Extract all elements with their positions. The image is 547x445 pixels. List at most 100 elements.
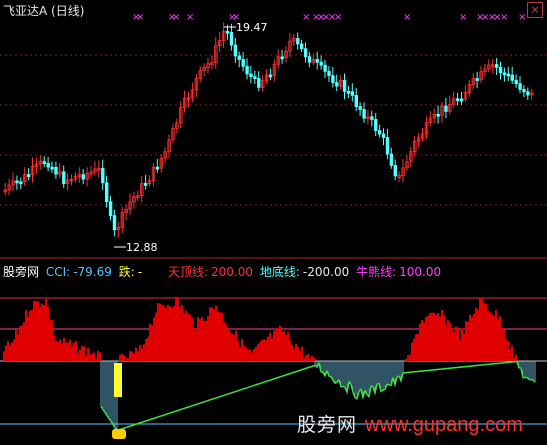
cci-bar <box>97 350 99 361</box>
cci-bar <box>135 347 137 361</box>
cci-bar <box>31 309 33 361</box>
cci-bar <box>199 318 201 361</box>
cci-bar <box>141 348 143 361</box>
candle-body <box>475 78 479 81</box>
signal-cross: × <box>172 12 180 23</box>
candle-body <box>46 162 50 168</box>
cci-bar <box>447 320 449 361</box>
cci-bar <box>87 347 89 361</box>
cci-bar <box>67 342 69 361</box>
bottom-signal-icon <box>112 429 126 439</box>
cci-bar <box>223 322 225 361</box>
candle-body <box>389 153 394 166</box>
cci-bar <box>411 342 413 361</box>
candle-body <box>323 64 327 72</box>
candle-body <box>26 174 31 177</box>
cci-bar <box>509 349 511 361</box>
cci-bar <box>475 307 477 361</box>
cci-bar <box>249 349 251 361</box>
cci-bar <box>423 322 425 361</box>
indicator-header: 股旁网 CCI: -79.69 跌: - 天顶线: 200.00 地底线: -200.0… <box>3 263 444 280</box>
cci-bar <box>7 340 9 361</box>
candle-body <box>381 133 386 138</box>
cci-bar <box>239 347 241 361</box>
cci-bar <box>473 313 475 361</box>
cci-bar <box>491 314 493 361</box>
cci-bar <box>289 340 291 361</box>
candle-body <box>498 67 503 74</box>
chart-canvas[interactable]: ×× ×× × ×× × ××××× × × ××××× × <box>0 0 547 445</box>
cci-bar <box>465 321 467 361</box>
cci-bar <box>425 316 427 361</box>
cci-bar <box>421 319 423 361</box>
cci-bar <box>431 312 433 361</box>
cci-bar <box>17 334 19 361</box>
cci-bar <box>89 354 91 361</box>
cci-bar <box>13 339 15 361</box>
cci-bar <box>61 343 63 361</box>
cci-bar <box>59 339 61 361</box>
candle-body <box>315 58 319 63</box>
candle-body <box>494 64 499 68</box>
candle-body <box>342 80 347 92</box>
cci-bar <box>139 344 141 361</box>
chart-title: 飞亚达A (日线) <box>3 4 85 18</box>
cci-bar <box>299 350 301 361</box>
indicator-name: 股旁网 <box>3 265 40 279</box>
cci-bar <box>221 312 223 361</box>
cci-bar <box>515 354 517 361</box>
cci-bar <box>25 310 27 361</box>
cci-bar <box>77 353 79 361</box>
cci-bar <box>235 330 237 361</box>
cci-bar <box>237 342 239 361</box>
cci-bar <box>291 345 293 361</box>
cci-bar <box>513 357 515 361</box>
cci-bar <box>243 345 245 361</box>
candle-body <box>241 59 245 67</box>
cci-bar <box>21 325 23 361</box>
cci-bar <box>485 303 487 361</box>
cci-bar <box>267 336 269 361</box>
candle-body <box>112 215 117 231</box>
cci-bar <box>487 310 489 361</box>
cci-bar <box>453 332 455 361</box>
cci-bar <box>91 354 93 361</box>
cci-bar <box>15 329 17 361</box>
candle-body <box>444 105 448 112</box>
candle-body <box>257 78 261 88</box>
signal-cross: × <box>186 12 194 23</box>
candle-body <box>299 43 304 50</box>
cci-bar <box>449 322 451 361</box>
candle-body <box>522 89 526 93</box>
cci-bar <box>501 327 503 361</box>
cci-bar <box>251 352 253 361</box>
cci-bar <box>65 342 67 361</box>
candle-body <box>354 95 358 108</box>
cci-bar <box>23 322 25 361</box>
signal-cross: × <box>302 12 310 23</box>
cci-bar <box>483 303 485 361</box>
high-price-label: 19.47 <box>236 21 268 34</box>
candle-body <box>455 98 460 102</box>
cci-bar <box>503 329 505 361</box>
candle-body <box>155 166 160 170</box>
cci-bar <box>149 323 151 361</box>
close-button[interactable]: × <box>527 2 543 18</box>
cci-bar <box>179 307 181 361</box>
candle-body <box>229 32 234 46</box>
candle-body <box>296 38 300 45</box>
cci-bar <box>231 333 233 361</box>
cci-bar <box>167 304 169 361</box>
cci-bar <box>287 331 289 361</box>
cci-bar <box>33 300 35 361</box>
cci-bar <box>471 316 473 361</box>
cci-bar <box>193 327 195 361</box>
candle-body <box>514 79 518 85</box>
candle-body <box>105 182 109 203</box>
cci-bar <box>9 345 11 361</box>
cci-bar <box>205 320 207 361</box>
candle-body <box>526 91 530 96</box>
cci-bar <box>99 352 101 361</box>
cci-bar <box>145 338 147 361</box>
cci-bar <box>283 330 285 361</box>
